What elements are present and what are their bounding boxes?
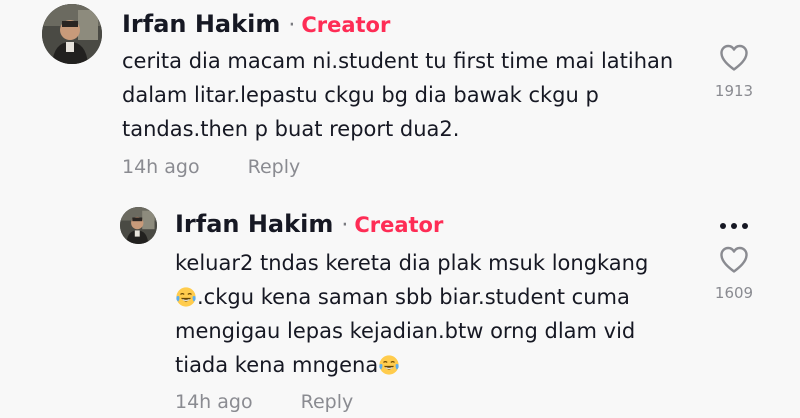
comment-body: keluar2 tndas kereta dia plak msuk longk… — [175, 246, 648, 382]
more-dots-icon[interactable] — [720, 223, 748, 229]
comment-line: dalam litar.lepastu ckgu bg dia bawak ck… — [122, 83, 599, 107]
heart-outline-icon[interactable] — [719, 246, 749, 274]
comment-line: tiada kena mngena — [175, 348, 648, 382]
dot — [731, 223, 737, 229]
comment-line-text: .ckgu kena saman sbb biar.student cuma — [197, 285, 630, 309]
heart-outline-icon[interactable] — [719, 44, 749, 72]
separator-dot: · — [288, 13, 296, 38]
avatar-image — [42, 4, 102, 64]
avatar-image — [120, 207, 157, 244]
like-count: 1913 — [714, 82, 754, 100]
comment-header: Irfan Hakim · Creator — [175, 210, 443, 238]
comment-meta: 14h ago Reply — [175, 391, 353, 413]
avatar[interactable] — [120, 207, 157, 244]
separator-dot: · — [341, 213, 349, 238]
timestamp: 14h ago — [122, 156, 200, 178]
comment-line-text: tiada kena mngena — [175, 353, 379, 377]
dot — [742, 223, 748, 229]
comment-thread: Irfan Hakim · Creator cerita dia macam n… — [0, 0, 800, 418]
comment-meta: 14h ago Reply — [122, 156, 300, 178]
username[interactable]: Irfan Hakim — [122, 10, 280, 38]
like-control[interactable]: 1609 — [704, 246, 764, 302]
creator-badge: Creator — [301, 13, 391, 37]
like-count: 1609 — [714, 284, 754, 302]
reply-button[interactable]: Reply — [248, 156, 301, 178]
comment-line: mengigau lepas kejadian.btw orng dlam vi… — [175, 319, 636, 343]
creator-badge: Creator — [354, 213, 444, 237]
avatar[interactable] — [42, 4, 102, 64]
username[interactable]: Irfan Hakim — [175, 210, 333, 238]
comment-line: .ckgu kena saman sbb biar.student cuma — [175, 280, 648, 314]
timestamp: 14h ago — [175, 391, 253, 413]
comment-line: keluar2 tndas kereta dia plak msuk longk… — [175, 251, 649, 275]
reply-button[interactable]: Reply — [301, 391, 354, 413]
comment-line: cerita dia macam ni.student tu first tim… — [122, 49, 674, 73]
face-with-tears-of-joy-icon — [379, 355, 399, 375]
dot — [720, 223, 726, 229]
face-with-tears-of-joy-icon — [176, 287, 196, 307]
like-control[interactable]: 1913 — [704, 44, 764, 100]
comment-header: Irfan Hakim · Creator — [122, 10, 390, 38]
comment-body: cerita dia macam ni.student tu first tim… — [122, 44, 673, 146]
comment-line: tandas.then p buat report dua2. — [122, 117, 460, 141]
